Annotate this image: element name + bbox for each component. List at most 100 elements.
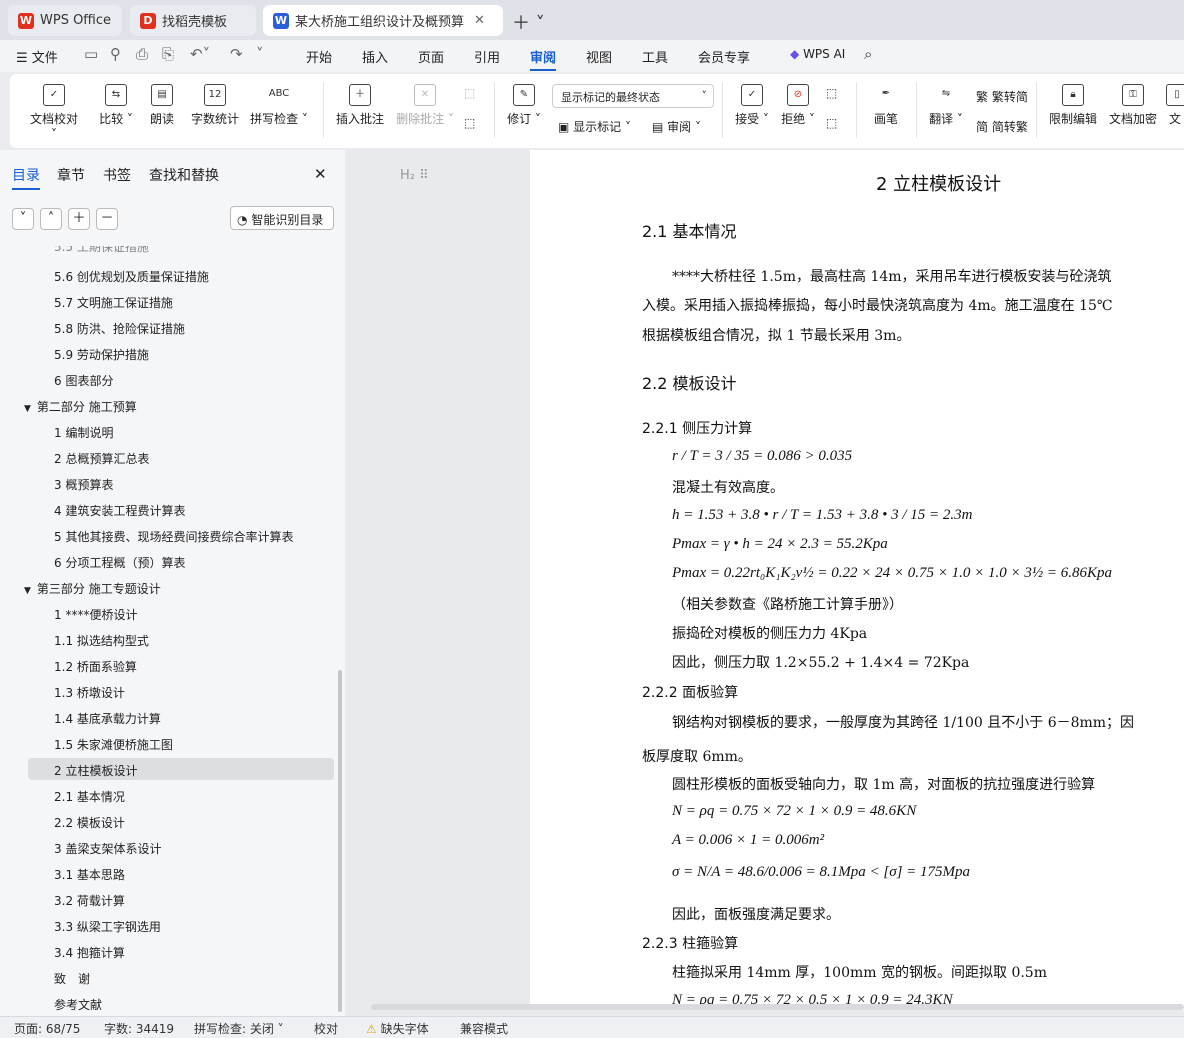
save-icon[interactable]: ▭ [84, 45, 98, 63]
wps-ai-button[interactable]: ◆ WPS AI [790, 47, 845, 61]
more-icon[interactable]: ˅ [256, 45, 264, 63]
toc-item[interactable]: 3.1 基本思路 [54, 866, 125, 883]
menu-page[interactable]: 页面 [418, 47, 444, 66]
missing-font-status[interactable]: ⚠ 缺失字体 [366, 1020, 429, 1037]
tab-toc[interactable]: 目录 [12, 165, 40, 190]
heading-2-2-3: 2.2.3 柱箍验算 [642, 936, 739, 952]
toc-item[interactable]: 6 分项工程概（预）算表 [54, 554, 185, 571]
toc-item[interactable]: 1.2 桥面系验算 [54, 658, 137, 675]
nav-scrollbar[interactable] [338, 670, 342, 1012]
toc-item[interactable]: 2 总概预算汇总表 [54, 450, 149, 467]
proofread-button[interactable]: ✓ 文档校对 ˅ [28, 84, 80, 141]
proof-status[interactable]: 校对 [314, 1020, 338, 1037]
compare-button[interactable]: ⇆ 比较 ˅ [96, 84, 136, 127]
toc-item[interactable]: 5.7 文明施工保证措施 [54, 294, 173, 311]
toc-item[interactable]: 3.3 纵梁工字钢选用 [54, 918, 161, 935]
review-pane-button[interactable]: ▤ 审阅 ˅ [652, 118, 701, 135]
toc-item[interactable]: 1 编制说明 [54, 424, 113, 441]
prev-change-icon[interactable]: ⬚ [826, 86, 837, 100]
undo-icon[interactable]: ↶˅ [190, 45, 210, 63]
toc-item[interactable]: 5 其他其接费、现场经费间接费综合率计算表 [54, 528, 293, 545]
simp-to-trad-button[interactable]: 简 简转繁 [976, 118, 1028, 135]
toc-item[interactable]: 6 图表部分 [54, 372, 113, 389]
heading-level-badge[interactable]: H₂ ⠿ [400, 168, 429, 183]
menu-home[interactable]: 开始 [306, 47, 332, 66]
markup-mode-select[interactable]: 显示标记的最终状态 ˅ [552, 84, 714, 108]
word-count-indicator[interactable]: 字数: 34419 [104, 1020, 174, 1037]
accept-button[interactable]: ✓ 接受 ˅ [732, 84, 772, 127]
tab-document[interactable]: W 某大桥施工组织设计及概预算 ✕ [263, 5, 503, 36]
paragraph-line: 入模。采用插入振捣棒振捣，每小时最快浇筑高度为 4m。施工温度在 15℃ [642, 298, 1113, 314]
toc-item[interactable]: 3 概预算表 [54, 476, 113, 493]
toc-item[interactable]: 5.9 劳动保护措施 [54, 346, 149, 363]
toc-item[interactable]: 5.6 创优规划及质量保证措施 [54, 268, 209, 285]
tab-chapters[interactable]: 章节 [57, 165, 85, 185]
menu-insert[interactable]: 插入 [362, 47, 388, 66]
menu-view[interactable]: 视图 [586, 47, 612, 66]
toc-item[interactable]: 4 建筑安装工程费计算表 [54, 502, 185, 519]
next-comment-icon[interactable]: ⬚ [464, 116, 475, 130]
menu-reference[interactable]: 引用 [474, 47, 500, 66]
trad-to-simp-button[interactable]: 繁 繁转简 [976, 88, 1028, 105]
tab-find-replace[interactable]: 查找和替换 [149, 165, 219, 185]
toc-item[interactable]: 5.8 防洪、抢险保证措施 [54, 320, 185, 337]
toc-item[interactable]: 1 ****便桥设计 [54, 606, 137, 623]
insert-comment-button[interactable]: ＋ 插入批注 [334, 84, 386, 127]
prev-comment-icon[interactable]: ⬚ [464, 86, 475, 100]
toc-item[interactable]: 1.3 桥墩设计 [54, 684, 125, 701]
toc-item[interactable]: 1.5 朱家滩便桥施工图 [54, 736, 173, 753]
tab-bookmarks[interactable]: 书签 [103, 165, 131, 185]
expand-icon[interactable]: ˄ [40, 208, 62, 230]
label: 智能识别目录 [251, 213, 324, 227]
spell-check-button[interactable]: ABC 拼写检查 ˅ [250, 84, 308, 127]
add-icon[interactable]: ＋ [68, 208, 90, 230]
remove-icon[interactable]: － [96, 208, 118, 230]
read-aloud-button[interactable]: ▤ 朗读 [146, 84, 178, 127]
translate-button[interactable]: ⇋ 翻译 ˅ [926, 84, 966, 127]
close-tab-icon[interactable]: ✕ [474, 13, 485, 28]
menu-file[interactable]: ☰ 文件 [16, 47, 58, 66]
toc-item[interactable]: 2.1 基本情况 [54, 788, 125, 805]
next-change-icon[interactable]: ⬚ [826, 116, 837, 130]
search-icon[interactable]: ⌕ [864, 45, 872, 63]
toc-label: 1.2 桥面系验算 [54, 660, 137, 674]
toc-part[interactable]: ▼ 第二部分 施工预算 [24, 398, 137, 415]
print-icon[interactable]: ⎙ [136, 45, 148, 63]
menu-review[interactable]: 审阅 [530, 47, 557, 71]
word-count-button[interactable]: 12 字数统计 [188, 84, 242, 127]
toc-item[interactable]: 3 盖梁支架体系设计 [54, 840, 161, 857]
spell-check-status[interactable]: 拼写检查: 关闭 ˅ [194, 1020, 284, 1037]
tab-wps-office[interactable]: W WPS Office [8, 5, 122, 36]
new-tab-icon[interactable]: ＋ ˅ [512, 9, 545, 35]
encrypt-button[interactable]: ⚿ 文档加密 [1106, 84, 1160, 127]
menu-tools[interactable]: 工具 [642, 47, 668, 66]
collapse-icon[interactable]: ˅ [12, 208, 34, 230]
toc-item[interactable]: 3.4 抱箍计算 [54, 944, 125, 961]
close-pane-icon[interactable]: ✕ [314, 165, 327, 183]
toc-item[interactable]: 1.4 基底承载力计算 [54, 710, 161, 727]
restrict-edit-button[interactable]: 🔒︎ 限制编辑 [1046, 84, 1100, 127]
toc-item[interactable]: 1.1 拟选结构型式 [54, 632, 149, 649]
toc-item[interactable]: 5.5 工期保证措施 [54, 246, 149, 255]
delete-comment-button[interactable]: ✕ 删除批注 ˅ [396, 84, 454, 127]
show-marks-button[interactable]: ▣ 显示标记 ˅ [558, 118, 631, 135]
print-preview-icon[interactable]: ⎘ [162, 45, 174, 63]
share-icon[interactable]: ⚲ [110, 45, 121, 63]
restrict-edit-icon: 🔒︎ [1062, 84, 1084, 106]
toc-item[interactable]: 2.2 模板设计 [54, 814, 125, 831]
tab-docer[interactable]: D 找稻壳模板 [130, 5, 256, 36]
smart-toc-button[interactable]: ◔ 智能识别目录 [230, 206, 334, 230]
toc-item[interactable]: 2 立柱模板设计 [28, 758, 334, 780]
horizontal-scrollbar[interactable] [371, 1004, 1184, 1010]
menu-member[interactable]: 会员专享 [698, 47, 750, 66]
toc-item[interactable]: 参考文献 [54, 996, 102, 1013]
reject-button[interactable]: ⊘ 拒绝 ˅ [778, 84, 818, 127]
track-changes-button[interactable]: ✎ 修订 ˅ [504, 84, 544, 127]
toc-item[interactable]: 致 谢 [54, 970, 90, 987]
redo-icon[interactable]: ↷ [230, 45, 243, 63]
page-indicator[interactable]: 页面: 68/75 [14, 1020, 80, 1037]
doc-more-button[interactable]: ▯ 文 [1166, 84, 1184, 127]
pen-button[interactable]: ✒ 画笔 [868, 84, 904, 127]
toc-part[interactable]: ▼ 第三部分 施工专题设计 [24, 580, 161, 597]
toc-item[interactable]: 3.2 荷载计算 [54, 892, 125, 909]
